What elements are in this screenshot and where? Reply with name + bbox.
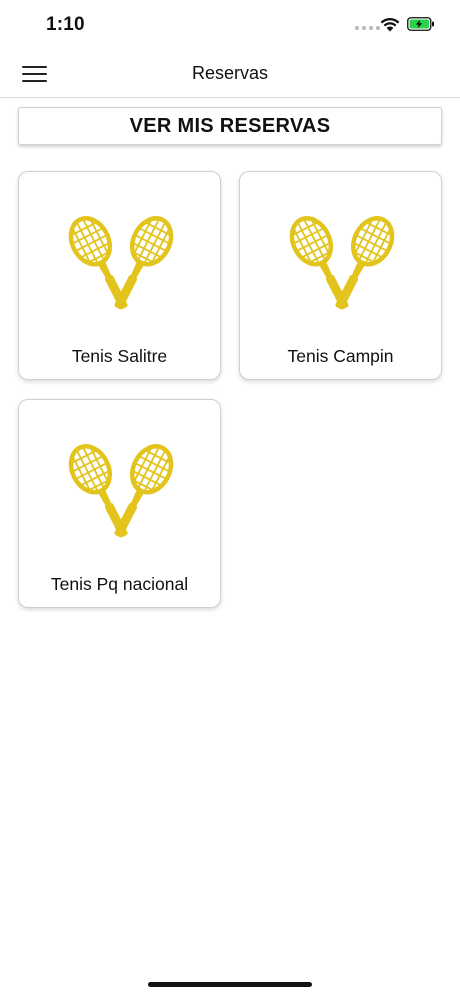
- tennis-rackets-icon: [287, 206, 397, 314]
- page-title: Reservas: [191, 63, 269, 83]
- home-indicator[interactable]: [148, 982, 312, 987]
- card-label: Tenis Salitre: [71, 346, 168, 366]
- tennis-rackets-icon: [66, 434, 176, 542]
- card-label: Tenis Campin: [287, 346, 394, 366]
- app-screen: 1:10 Reservas VER MIS RESERVAS Tenis Sal…: [0, 0, 460, 996]
- ver-mis-reservas-button[interactable]: VER MIS RESERVAS: [18, 107, 442, 145]
- card-label: Tenis Pq nacional: [50, 574, 189, 594]
- tennis-rackets-icon: [66, 206, 176, 314]
- card-tenis-salitre[interactable]: Tenis Salitre: [18, 171, 221, 380]
- nav-bar: Reservas: [0, 50, 460, 98]
- battery-charging-icon: [407, 17, 434, 31]
- card-tenis-pq-nacional[interactable]: Tenis Pq nacional: [18, 399, 221, 608]
- wifi-icon: [380, 18, 400, 32]
- card-tenis-campin[interactable]: Tenis Campin: [239, 171, 442, 380]
- status-time: 1:10: [46, 14, 85, 35]
- status-bar: 1:10: [0, 0, 460, 50]
- signal-dots-icon: [355, 26, 380, 30]
